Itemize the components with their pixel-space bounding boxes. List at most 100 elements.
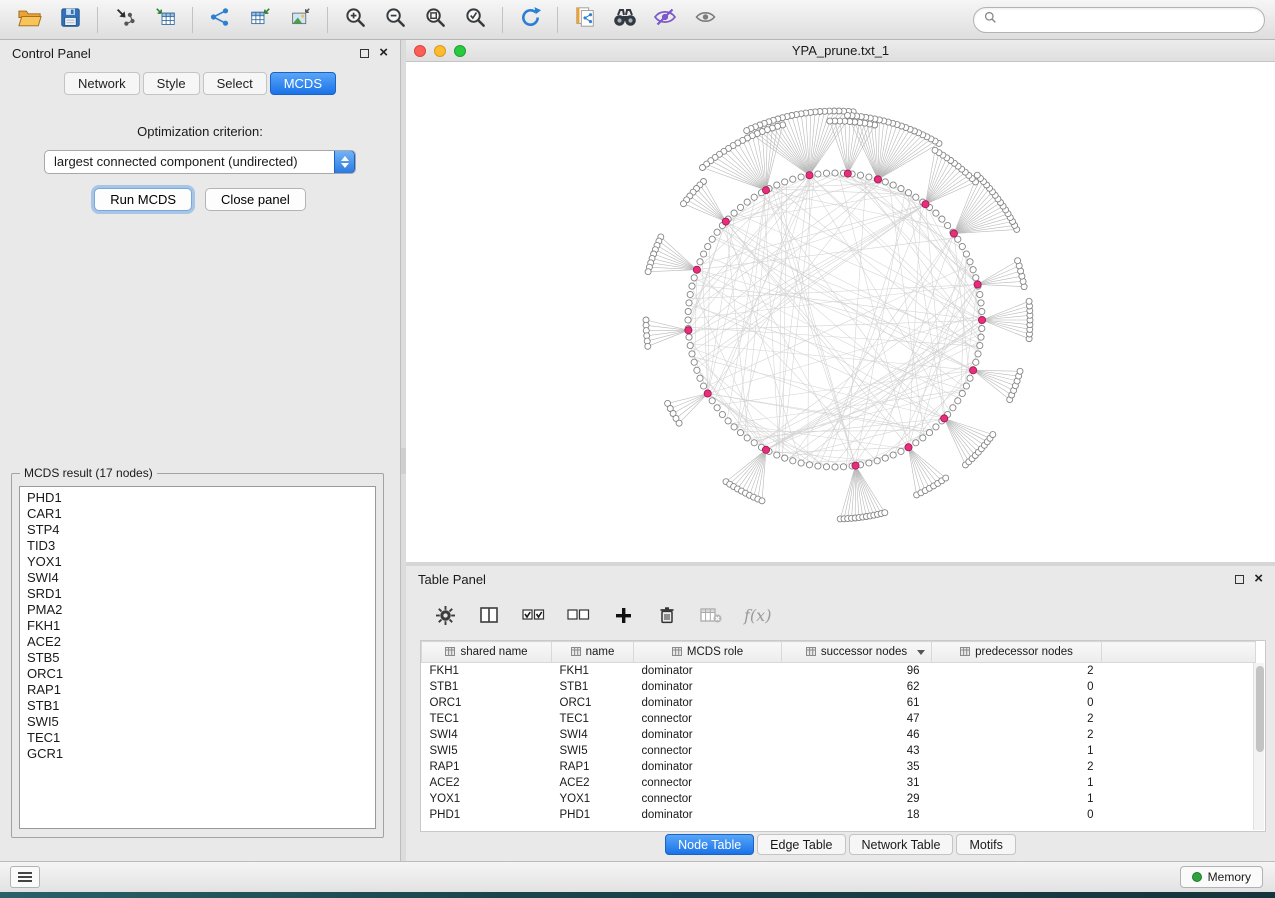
cell[interactable]: YOX1	[422, 791, 552, 807]
bottom-tab-node-table[interactable]: Node Table	[665, 834, 754, 855]
search-box[interactable]	[973, 7, 1265, 33]
criterion-dropdown[interactable]: largest connected component (undirected)	[44, 150, 356, 174]
table-row[interactable]: TEC1TEC1connector472	[422, 711, 1256, 727]
add-column-icon[interactable]	[612, 601, 634, 629]
clone-network-button[interactable]	[565, 3, 605, 37]
cell[interactable]: dominator	[634, 759, 782, 775]
save-session-button[interactable]	[50, 3, 90, 37]
hide-graphics-details-button[interactable]	[645, 3, 685, 37]
status-menu-button[interactable]	[10, 866, 40, 888]
table-row[interactable]: RAP1RAP1dominator352	[422, 759, 1256, 775]
table-row[interactable]: ACE2ACE2connector311	[422, 775, 1256, 791]
table-row[interactable]: SWI5SWI5connector431	[422, 743, 1256, 759]
cell[interactable]: PHD1	[552, 807, 634, 823]
cell[interactable]: 18	[782, 807, 932, 823]
cell[interactable]: 61	[782, 695, 932, 711]
network-graph[interactable]	[406, 62, 1275, 562]
run-mcds-button[interactable]: Run MCDS	[94, 188, 192, 211]
mcds-result-item[interactable]: CAR1	[27, 506, 368, 522]
column-header-predecessor-nodes[interactable]: predecessor nodes	[932, 642, 1102, 663]
export-table-button[interactable]	[240, 3, 280, 37]
cell[interactable]: dominator	[634, 663, 782, 679]
refresh-view-button[interactable]	[510, 3, 550, 37]
import-table-button[interactable]	[145, 3, 185, 37]
table-row[interactable]: PHD1PHD1dominator180	[422, 807, 1256, 823]
cell[interactable]: 2	[932, 727, 1102, 743]
cell[interactable]: TEC1	[422, 711, 552, 727]
mcds-result-item[interactable]: SWI4	[27, 570, 368, 586]
close-panel-icon[interactable]: ×	[379, 48, 388, 58]
mcds-result-item[interactable]: ACE2	[27, 634, 368, 650]
cell[interactable]: dominator	[634, 807, 782, 823]
zoom-selected-button[interactable]	[455, 3, 495, 37]
cell[interactable]: PHD1	[422, 807, 552, 823]
memory-button[interactable]: Memory	[1180, 866, 1263, 888]
dropdown-stepper-icon[interactable]	[334, 150, 355, 174]
column-header-successor-nodes[interactable]: successor nodes	[782, 642, 932, 663]
cell[interactable]: 0	[932, 807, 1102, 823]
tab-select[interactable]: Select	[203, 72, 267, 95]
mcds-result-item[interactable]: STP4	[27, 522, 368, 538]
search-binoculars-button[interactable]	[605, 3, 645, 37]
cell[interactable]: 2	[932, 759, 1102, 775]
cell[interactable]: 46	[782, 727, 932, 743]
birds-eye-view-button[interactable]	[685, 3, 725, 37]
cell[interactable]: 31	[782, 775, 932, 791]
tab-style[interactable]: Style	[143, 72, 200, 95]
mcds-result-item[interactable]: SWI5	[27, 714, 368, 730]
mcds-result-item[interactable]: TID3	[27, 538, 368, 554]
table-scrollbar[interactable]	[1253, 663, 1264, 830]
cell[interactable]: connector	[634, 711, 782, 727]
cell[interactable]: ORC1	[552, 695, 634, 711]
column-sort-chevron-icon[interactable]	[917, 650, 925, 655]
table-row[interactable]: STB1STB1dominator620	[422, 679, 1256, 695]
cell[interactable]: 0	[932, 695, 1102, 711]
mcds-result-item[interactable]: TEC1	[27, 730, 368, 746]
cell[interactable]: 2	[932, 663, 1102, 679]
cell[interactable]: STB1	[552, 679, 634, 695]
cell[interactable]: connector	[634, 743, 782, 759]
cell[interactable]: 35	[782, 759, 932, 775]
cell[interactable]: 62	[782, 679, 932, 695]
cell[interactable]: SWI4	[552, 727, 634, 743]
cell[interactable]: 47	[782, 711, 932, 727]
cell[interactable]: 96	[782, 663, 932, 679]
mcds-result-list[interactable]: PHD1CAR1STP4TID3YOX1SWI4SRD1PMA2FKH1ACE2…	[19, 486, 376, 829]
cell[interactable]: FKH1	[552, 663, 634, 679]
select-all-rows-icon[interactable]	[522, 601, 545, 629]
deselect-all-rows-icon[interactable]	[567, 601, 590, 629]
mcds-result-item[interactable]: GCR1	[27, 746, 368, 762]
bottom-tab-network-table[interactable]: Network Table	[849, 834, 954, 855]
network-window-titlebar[interactable]: YPA_prune.txt_1	[406, 40, 1275, 62]
cell[interactable]: SWI5	[422, 743, 552, 759]
mcds-result-item[interactable]: YOX1	[27, 554, 368, 570]
export-image-button[interactable]	[280, 3, 320, 37]
column-header-name[interactable]: name	[552, 642, 634, 663]
float-table-panel-icon[interactable]	[1235, 575, 1244, 584]
close-table-panel-icon[interactable]: ×	[1254, 574, 1263, 584]
mcds-result-item[interactable]: STB5	[27, 650, 368, 666]
cell[interactable]: 1	[932, 775, 1102, 791]
show-column-panel-icon[interactable]	[478, 601, 500, 629]
cell[interactable]: RAP1	[552, 759, 634, 775]
cell[interactable]: ORC1	[422, 695, 552, 711]
cell[interactable]: YOX1	[552, 791, 634, 807]
cell[interactable]: dominator	[634, 727, 782, 743]
cell[interactable]: FKH1	[422, 663, 552, 679]
cell[interactable]: dominator	[634, 679, 782, 695]
cell[interactable]: 1	[932, 743, 1102, 759]
zoom-fit-button[interactable]	[415, 3, 455, 37]
mcds-result-item[interactable]: PHD1	[27, 490, 368, 506]
mcds-result-item[interactable]: PMA2	[27, 602, 368, 618]
mcds-result-item[interactable]: FKH1	[27, 618, 368, 634]
cell[interactable]: SWI5	[552, 743, 634, 759]
tab-network[interactable]: Network	[64, 72, 140, 95]
import-network-button[interactable]	[105, 3, 145, 37]
delete-column-icon[interactable]	[656, 601, 678, 629]
cell[interactable]: SWI4	[422, 727, 552, 743]
table-row[interactable]: SWI4SWI4dominator462	[422, 727, 1256, 743]
cell[interactable]: ACE2	[422, 775, 552, 791]
table-row[interactable]: YOX1YOX1connector291	[422, 791, 1256, 807]
zoom-out-button[interactable]	[375, 3, 415, 37]
cell[interactable]: 43	[782, 743, 932, 759]
